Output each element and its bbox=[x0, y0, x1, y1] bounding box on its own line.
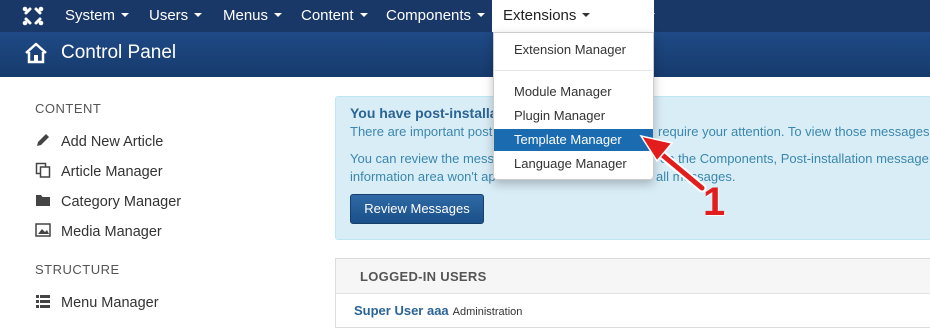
annotation-arrow-icon bbox=[639, 134, 707, 193]
annotation-step-number: 1 bbox=[703, 180, 726, 224]
